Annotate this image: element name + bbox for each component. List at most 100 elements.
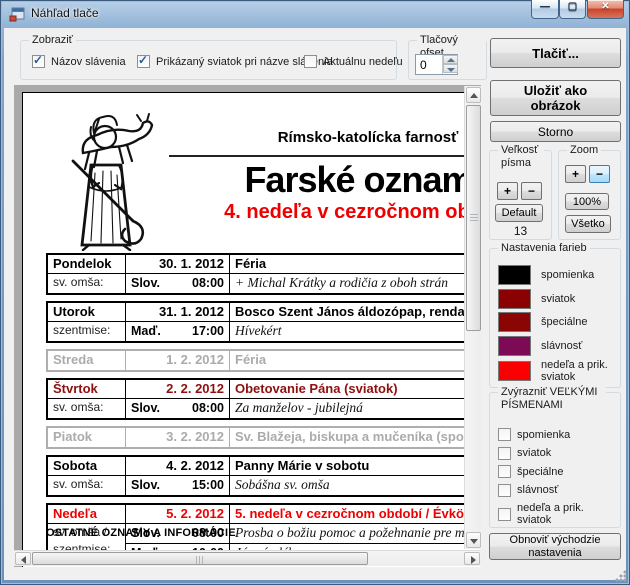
other-announcements-heading: OSTATNÉ OZNAMY A INFORMÁCIE (46, 527, 236, 539)
mass-lang-time: Maď.17:00 (126, 322, 230, 341)
highlight-checkbox[interactable]: spomienka (498, 428, 603, 441)
table-row: Piatok3. 2. 2012Sv. Blažeja, biskupa a m… (46, 426, 481, 449)
restore-defaults-button[interactable]: Obnoviť východzie nastavenia (489, 533, 621, 560)
horizontal-scroll-thumb[interactable] (32, 552, 368, 565)
day-date: 2. 2. 2012 (126, 380, 230, 398)
minimize-button[interactable]: — (531, 0, 559, 19)
color-swatch[interactable] (498, 336, 531, 356)
table-row: Utorok31. 1. 2012Bosco Szent János áldoz… (46, 301, 481, 343)
checkbox-box[interactable] (498, 484, 511, 497)
print-button[interactable]: Tlačiť... (490, 38, 621, 68)
header-rule (169, 155, 481, 157)
zoom-in-button[interactable]: + (565, 165, 586, 183)
mass-intention: Sobášna sv. omša (230, 476, 481, 495)
cancel-button[interactable]: Storno (490, 121, 621, 142)
table-row: Sobota4. 2. 2012Panny Márie v sobotusv. … (46, 455, 481, 497)
highlight-checkbox-label: spomienka (517, 429, 603, 441)
table-row: Pondelok30. 1. 2012Fériasv. omša:Slov.08… (46, 253, 481, 295)
print-offset-spinner[interactable]: 0 (415, 54, 458, 75)
mass-language: Maď. (131, 322, 161, 341)
mass-schedule-table: Pondelok30. 1. 2012Fériasv. omša:Slov.08… (46, 253, 481, 567)
resize-grip[interactable] (615, 570, 627, 582)
show-option-checkbox-label: Aktuálnu nedeľu (323, 56, 403, 68)
highlight-checkbox[interactable]: slávnosť (498, 484, 603, 497)
day-row: Sobota4. 2. 2012Panny Márie v sobotu (48, 457, 481, 476)
mass-type-line: sv. omša: (53, 476, 125, 493)
mass-type-line: szentmise: (53, 322, 125, 339)
highlight-checkbox-label: špeciálne (517, 466, 603, 478)
font-size-default-button[interactable]: Default (495, 204, 543, 222)
highlight-uppercase-group: Zvýrazniť VEĽKÝMI PÍSMENAMI spomienkasvi… (489, 392, 621, 528)
checkbox-box[interactable] (304, 55, 317, 68)
checkbox-box[interactable] (498, 508, 511, 521)
vertical-scroll-thumb[interactable] (466, 105, 481, 331)
color-setting-row: sviatok (498, 289, 613, 309)
mass-rows: sv. omša:Slov.08:00Za manželov - jubilej… (48, 399, 481, 418)
checkbox-box[interactable] (498, 465, 511, 478)
day-row: Pondelok30. 1. 2012Féria (48, 255, 481, 274)
zoom-fit-all-button[interactable]: Všetko (565, 215, 611, 233)
scroll-right-button[interactable] (464, 552, 480, 565)
bulletin-subtitle: 4. nedeľa v cezročnom období (153, 201, 481, 224)
app-form-icon (9, 7, 25, 22)
highlight-checkbox[interactable]: sviatok (498, 447, 603, 460)
color-settings-label: Nastavenia farieb (498, 242, 590, 255)
highlight-checkbox-label: slávnosť (517, 484, 603, 496)
font-size-increase-button[interactable]: + (497, 182, 518, 200)
title-bar[interactable]: Náhľad tlače — ▢ ✕ (0, 0, 630, 28)
show-options-label: Zobraziť (29, 34, 76, 47)
color-swatch[interactable] (498, 361, 531, 381)
zoom-100-button[interactable]: 100% (565, 193, 609, 210)
mass-type-line: sv. omša: (53, 399, 125, 416)
checkbox-box[interactable] (498, 428, 511, 441)
mass-row: Slov.08:00+ Michal Krátky a rodičia z ob… (126, 274, 481, 293)
mass-intention: Za manželov - jubilejná (230, 399, 481, 418)
close-icon: ✕ (588, 1, 623, 12)
minimize-icon: — (532, 1, 558, 12)
checkbox-box[interactable] (498, 447, 511, 460)
spinner-down-button[interactable] (443, 64, 458, 73)
mass-rows: szentmise:Maď.17:00Hívekért (48, 322, 481, 341)
mass-intention: Prosba o božiu pomoc a požehnanie pre ma… (230, 524, 481, 543)
client-area: Zobraziť ✓Názov slávenia✓Prikázaný sviat… (4, 28, 626, 580)
print-offset-value: 0 (420, 58, 427, 72)
spinner-buttons (442, 55, 457, 74)
scroll-up-button[interactable] (466, 87, 481, 103)
mass-lang-time: Slov.08:00 (126, 274, 230, 293)
close-button[interactable]: ✕ (587, 0, 624, 19)
save-as-image-button[interactable]: Uložiť ako obrázok (490, 80, 621, 116)
spinner-up-button[interactable] (443, 55, 458, 64)
scroll-down-button[interactable] (466, 532, 481, 548)
day-row: Nedeľa5. 2. 20125. nedeľa v cezročnom ob… (48, 505, 481, 524)
color-settings-group: Nastavenia farieb spomienkasviatokšpeciá… (489, 248, 621, 388)
celebration-title: Obetovanie Pána (sviatok) (230, 380, 481, 398)
zoom-out-button[interactable]: − (589, 165, 610, 183)
day-date: 4. 2. 2012 (126, 457, 230, 475)
page-header: Rímsko-katolícka farnosť (153, 129, 481, 146)
checkbox-box[interactable]: ✓ (32, 55, 45, 68)
color-swatch[interactable] (498, 312, 531, 332)
vertical-scrollbar[interactable] (464, 86, 481, 549)
mass-row: Slov.15:00Sobášna sv. omša (126, 476, 481, 495)
day-name: Štvrtok (48, 380, 126, 398)
thumb-grip (470, 214, 478, 221)
mass-time: 08:00 (192, 399, 224, 418)
highlight-checkbox[interactable]: nedeľa a prik. sviatok (498, 502, 603, 526)
color-swatch[interactable] (498, 265, 531, 285)
color-swatch[interactable] (498, 289, 531, 309)
checkbox-box[interactable]: ✓ (137, 55, 150, 68)
highlight-checkbox[interactable]: špeciálne (498, 465, 603, 478)
day-date: 3. 2. 2012 (126, 428, 230, 447)
horizontal-scrollbar[interactable] (14, 550, 481, 566)
mass-lang-time: Slov.08:00 (126, 399, 230, 418)
scroll-left-button[interactable] (15, 552, 31, 565)
highlight-checkbox-label: nedeľa a prik. sviatok (517, 502, 603, 526)
mass-type-label: szentmise: (48, 322, 126, 341)
maximize-button[interactable]: ▢ (559, 0, 586, 19)
celebration-title: Panny Márie v sobotu (230, 457, 481, 475)
celebration-title: Sv. Blažeja, biskupa a mučeníka (spomien… (230, 428, 481, 447)
day-date: 31. 1. 2012 (126, 303, 230, 321)
show-option-checkbox[interactable]: Aktuálnu nedeľu (304, 55, 403, 68)
font-size-decrease-button[interactable]: − (521, 182, 542, 200)
show-option-checkbox[interactable]: ✓Názov slávenia (32, 55, 126, 68)
